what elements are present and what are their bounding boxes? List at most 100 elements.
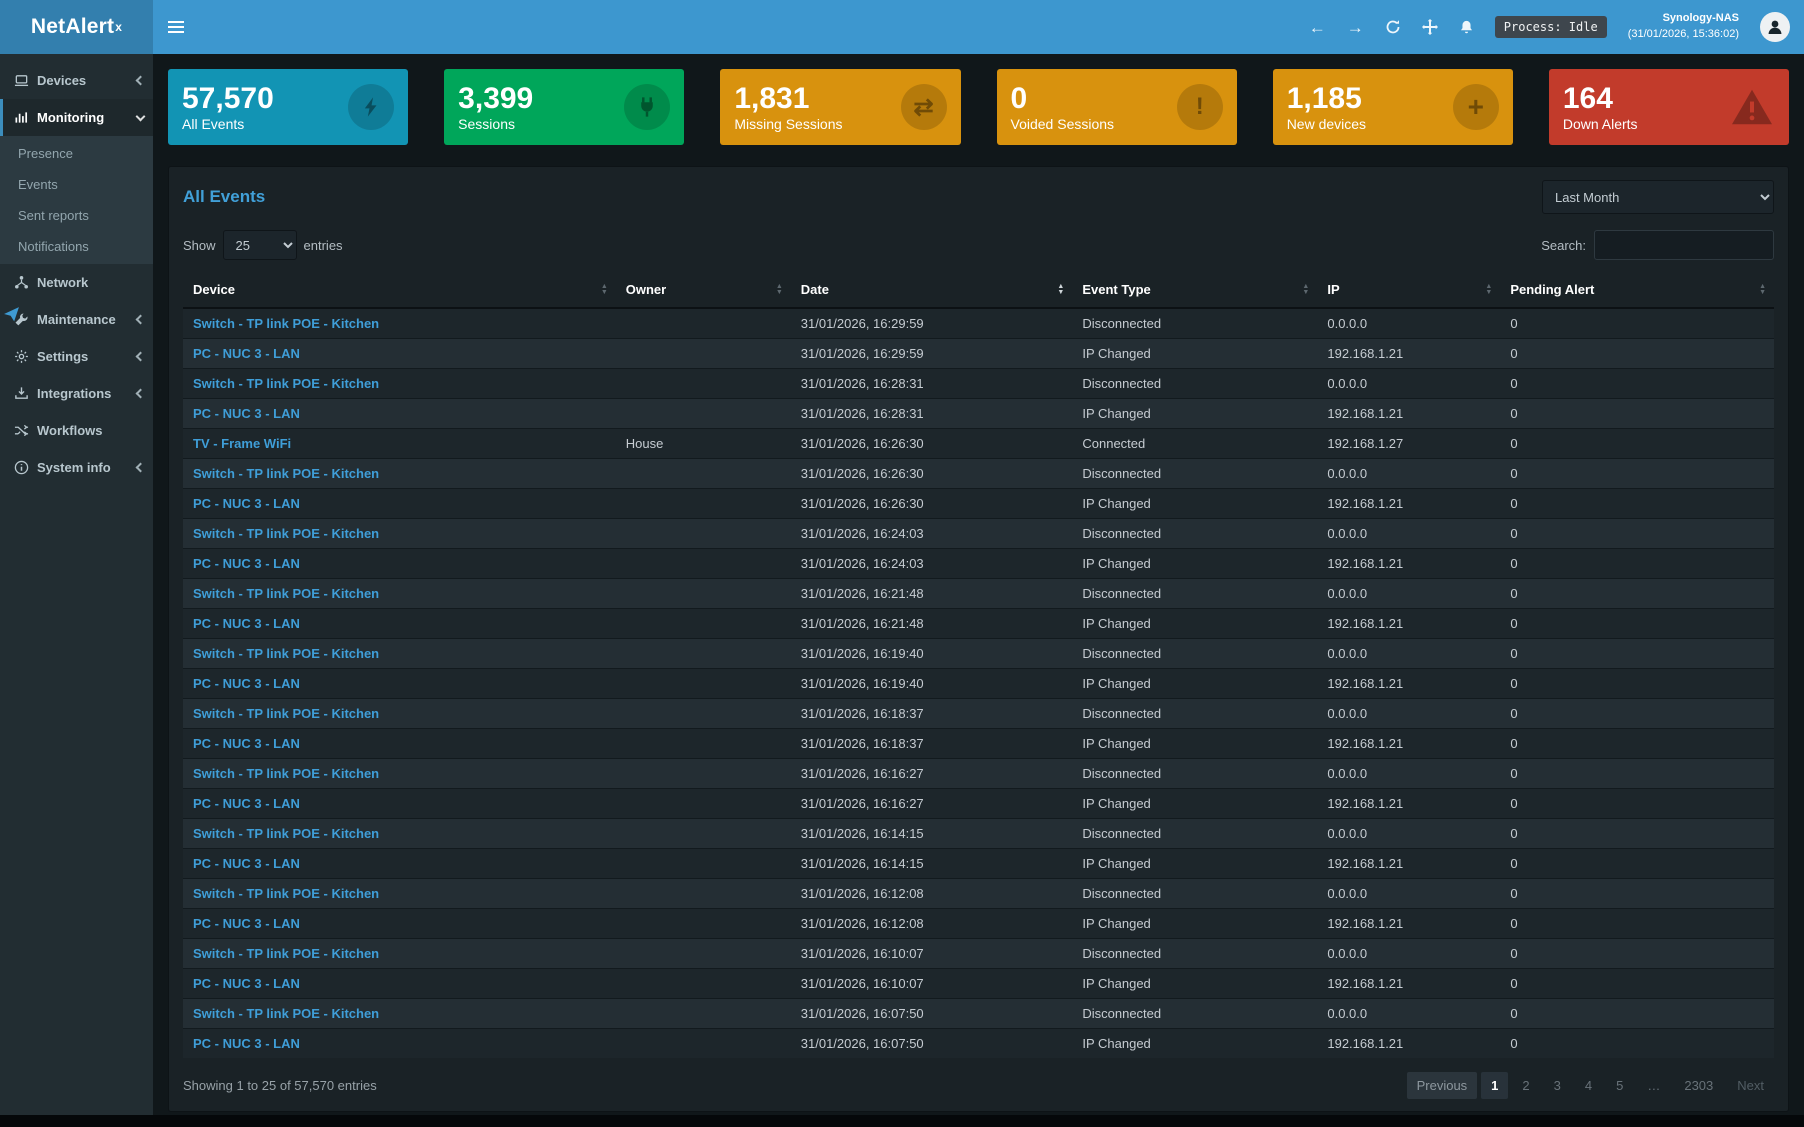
device-link[interactable]: Switch - TP link POE - Kitchen [193, 316, 379, 331]
device-link[interactable]: PC - NUC 3 - LAN [193, 616, 300, 631]
sidebar-toggle-button[interactable] [153, 0, 199, 54]
device-link[interactable]: Switch - TP link POE - Kitchen [193, 946, 379, 961]
table-row[interactable]: Switch - TP link POE - Kitchen31/01/2026… [183, 819, 1774, 849]
table-row[interactable]: Switch - TP link POE - Kitchen31/01/2026… [183, 519, 1774, 549]
stat-card-all-events[interactable]: 57,570All Events [168, 69, 408, 145]
device-link[interactable]: PC - NUC 3 - LAN [193, 796, 300, 811]
sidebar-subitem-presence[interactable]: Presence [0, 138, 153, 169]
table-row[interactable]: PC - NUC 3 - LAN31/01/2026, 16:28:31IP C… [183, 399, 1774, 429]
device-link[interactable]: Switch - TP link POE - Kitchen [193, 376, 379, 391]
table-row[interactable]: PC - NUC 3 - LAN31/01/2026, 16:26:30IP C… [183, 489, 1774, 519]
table-row[interactable]: Switch - TP link POE - Kitchen31/01/2026… [183, 699, 1774, 729]
device-cell: PC - NUC 3 - LAN [183, 399, 616, 429]
table-row[interactable]: Switch - TP link POE - Kitchen31/01/2026… [183, 999, 1774, 1029]
user-avatar[interactable] [1760, 12, 1790, 42]
pagination-page-2[interactable]: 2 [1512, 1072, 1539, 1099]
device-link[interactable]: PC - NUC 3 - LAN [193, 1036, 300, 1051]
refresh-icon[interactable] [1385, 19, 1401, 35]
table-row[interactable]: PC - NUC 3 - LAN31/01/2026, 16:16:27IP C… [183, 789, 1774, 819]
sidebar-item-system-info[interactable]: System info [0, 449, 153, 486]
device-link[interactable]: Switch - TP link POE - Kitchen [193, 886, 379, 901]
pagination-previous[interactable]: Previous [1407, 1072, 1478, 1099]
pagination-page-last[interactable]: 2303 [1674, 1072, 1723, 1099]
table-row[interactable]: Switch - TP link POE - Kitchen31/01/2026… [183, 579, 1774, 609]
column-header-event-type[interactable]: Event Type▲▼ [1072, 272, 1317, 308]
stat-card-new-devices[interactable]: 1,185New devices + [1273, 69, 1513, 145]
table-row[interactable]: PC - NUC 3 - LAN31/01/2026, 16:19:40IP C… [183, 669, 1774, 699]
sidebar-item-maintenance[interactable]: Maintenance [0, 301, 153, 338]
app-logo[interactable]: NetAlertx [0, 0, 153, 54]
sidebar-subitem-sent-reports[interactable]: Sent reports [0, 200, 153, 231]
sidebar-subitem-events[interactable]: Events [0, 169, 153, 200]
sidebar-item-integrations[interactable]: Integrations [0, 375, 153, 412]
sidebar-item-settings[interactable]: Settings [0, 338, 153, 375]
back-arrow-icon[interactable]: ← [1309, 19, 1326, 36]
column-header-owner[interactable]: Owner▲▼ [616, 272, 791, 308]
stat-card-sessions[interactable]: 3,399Sessions [444, 69, 684, 145]
pagination-page-5[interactable]: 5 [1606, 1072, 1633, 1099]
table-row[interactable]: TV - Frame WiFiHouse31/01/2026, 16:26:30… [183, 429, 1774, 459]
column-header-device[interactable]: Device▲▼ [183, 272, 616, 308]
device-link[interactable]: Switch - TP link POE - Kitchen [193, 466, 379, 481]
column-header-ip[interactable]: IP▲▼ [1317, 272, 1500, 308]
table-row[interactable]: PC - NUC 3 - LAN31/01/2026, 16:29:59IP C… [183, 339, 1774, 369]
table-row[interactable]: PC - NUC 3 - LAN31/01/2026, 16:14:15IP C… [183, 849, 1774, 879]
sidebar-subitem-notifications[interactable]: Notifications [0, 231, 153, 262]
device-link[interactable]: TV - Frame WiFi [193, 436, 291, 451]
move-arrows-icon[interactable] [1422, 19, 1438, 35]
paper-plane-icon[interactable] [3, 306, 20, 328]
stat-card-down-alerts[interactable]: 164Down Alerts [1549, 69, 1789, 145]
column-header-pending-alert[interactable]: Pending Alert▲▼ [1500, 272, 1774, 308]
pagination-page-1[interactable]: 1 [1481, 1072, 1508, 1099]
pending-alert-cell: 0 [1500, 789, 1774, 819]
device-link[interactable]: PC - NUC 3 - LAN [193, 556, 300, 571]
table-row[interactable]: PC - NUC 3 - LAN31/01/2026, 16:24:03IP C… [183, 549, 1774, 579]
sidebar-item-monitoring[interactable]: Monitoring [0, 99, 153, 136]
table-row[interactable]: PC - NUC 3 - LAN31/01/2026, 16:21:48IP C… [183, 609, 1774, 639]
bell-icon[interactable] [1459, 19, 1474, 35]
stat-card-voided-sessions[interactable]: 0Voided Sessions ! [997, 69, 1237, 145]
owner-cell [616, 789, 791, 819]
device-link[interactable]: Switch - TP link POE - Kitchen [193, 826, 379, 841]
device-link[interactable]: Switch - TP link POE - Kitchen [193, 766, 379, 781]
table-row[interactable]: Switch - TP link POE - Kitchen31/01/2026… [183, 939, 1774, 969]
device-link[interactable]: PC - NUC 3 - LAN [193, 496, 300, 511]
sidebar-item-devices[interactable]: Devices [0, 62, 153, 99]
device-link[interactable]: PC - NUC 3 - LAN [193, 406, 300, 421]
sidebar-item-workflows[interactable]: Workflows [0, 412, 153, 449]
table-row[interactable]: Switch - TP link POE - Kitchen31/01/2026… [183, 759, 1774, 789]
device-link[interactable]: PC - NUC 3 - LAN [193, 736, 300, 751]
sidebar-item-network[interactable]: Network [0, 264, 153, 301]
pagination-next[interactable]: Next [1727, 1072, 1774, 1099]
period-select[interactable]: Last Month [1542, 180, 1774, 214]
pagination-page-3[interactable]: 3 [1544, 1072, 1571, 1099]
table-row[interactable]: Switch - TP link POE - Kitchen31/01/2026… [183, 308, 1774, 339]
search-input[interactable] [1594, 230, 1774, 260]
forward-arrow-icon[interactable]: → [1347, 19, 1364, 36]
table-row[interactable]: PC - NUC 3 - LAN31/01/2026, 16:18:37IP C… [183, 729, 1774, 759]
device-link[interactable]: PC - NUC 3 - LAN [193, 856, 300, 871]
date-cell: 31/01/2026, 16:29:59 [791, 339, 1073, 369]
stat-card-missing-sessions[interactable]: 1,831Missing Sessions ⇄ [720, 69, 960, 145]
table-row[interactable]: PC - NUC 3 - LAN31/01/2026, 16:12:08IP C… [183, 909, 1774, 939]
table-row[interactable]: Switch - TP link POE - Kitchen31/01/2026… [183, 459, 1774, 489]
device-link[interactable]: PC - NUC 3 - LAN [193, 916, 300, 931]
device-link[interactable]: Switch - TP link POE - Kitchen [193, 646, 379, 661]
table-row[interactable]: Switch - TP link POE - Kitchen31/01/2026… [183, 369, 1774, 399]
device-link[interactable]: Switch - TP link POE - Kitchen [193, 586, 379, 601]
device-link[interactable]: PC - NUC 3 - LAN [193, 346, 300, 361]
column-header-date[interactable]: Date▲▼ [791, 272, 1073, 308]
page-length-select[interactable]: 25 [223, 230, 297, 260]
device-link[interactable]: Switch - TP link POE - Kitchen [193, 526, 379, 541]
device-link[interactable]: Switch - TP link POE - Kitchen [193, 1006, 379, 1021]
event-type-cell: Disconnected [1072, 369, 1317, 399]
table-row[interactable]: Switch - TP link POE - Kitchen31/01/2026… [183, 879, 1774, 909]
table-row[interactable]: Switch - TP link POE - Kitchen31/01/2026… [183, 639, 1774, 669]
owner-cell [616, 308, 791, 339]
device-link[interactable]: PC - NUC 3 - LAN [193, 976, 300, 991]
table-row[interactable]: PC - NUC 3 - LAN31/01/2026, 16:10:07IP C… [183, 969, 1774, 999]
table-row[interactable]: PC - NUC 3 - LAN31/01/2026, 16:07:50IP C… [183, 1029, 1774, 1059]
pagination-page-4[interactable]: 4 [1575, 1072, 1602, 1099]
device-link[interactable]: Switch - TP link POE - Kitchen [193, 706, 379, 721]
device-link[interactable]: PC - NUC 3 - LAN [193, 676, 300, 691]
